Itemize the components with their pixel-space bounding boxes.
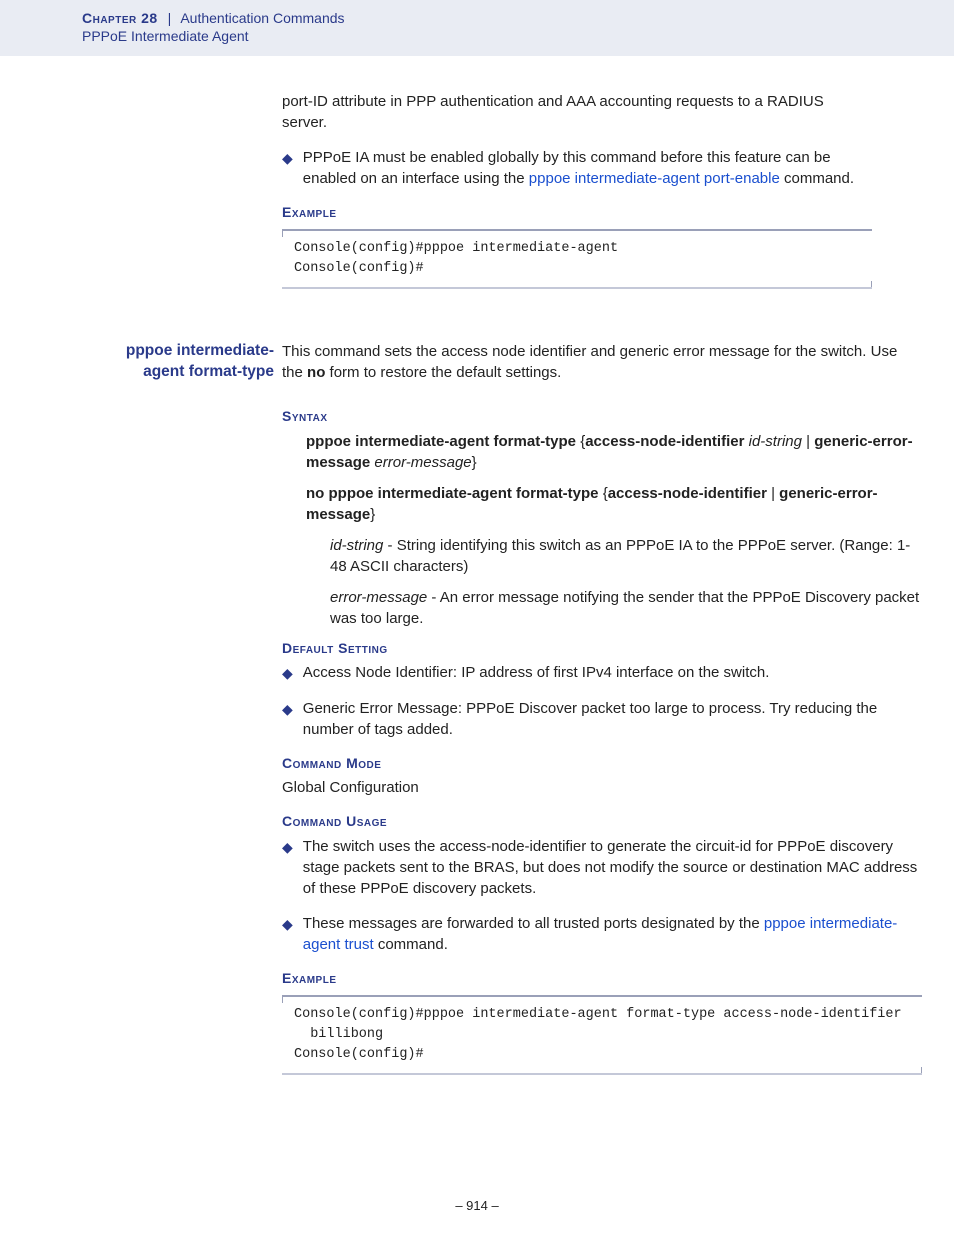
def1-term: id-string bbox=[330, 537, 383, 554]
usage-bullet-1: ◆ The switch uses the access-node-identi… bbox=[282, 836, 922, 899]
syntax-heading: Syntax bbox=[282, 407, 922, 427]
usage2-pre: These messages are forwarded to all trus… bbox=[303, 915, 764, 932]
syn2-brace-close: } bbox=[370, 506, 375, 523]
default-setting-heading: Default Setting bbox=[282, 639, 922, 659]
header-separator: | bbox=[162, 10, 178, 26]
command-row: pppoe intermediate- agent format-type Th… bbox=[82, 341, 872, 1093]
content-area: port-ID attribute in PPP authentication … bbox=[0, 57, 954, 1093]
syn2-sep: | bbox=[767, 485, 779, 502]
code-example-2: Console(config)#pppoe intermediate-agent… bbox=[282, 995, 922, 1076]
diamond-bullet-icon: ◆ bbox=[282, 913, 303, 955]
syntax-line-2: no pppoe intermediate-agent format-type … bbox=[306, 483, 922, 525]
usage-bullet-2: ◆ These messages are forwarded to all tr… bbox=[282, 913, 922, 955]
page: Chapter 28 | Authentication Commands PPP… bbox=[0, 0, 954, 1235]
page-header: Chapter 28 | Authentication Commands PPP… bbox=[0, 0, 954, 57]
code-example-1: Console(config)#pppoe intermediate-agent… bbox=[282, 229, 872, 290]
syn1-sep: | bbox=[802, 433, 814, 450]
desc-bold: no bbox=[307, 364, 325, 381]
header-title: Authentication Commands bbox=[180, 10, 344, 26]
diamond-bullet-icon: ◆ bbox=[282, 698, 303, 740]
command-name-line2: agent format-type bbox=[82, 362, 274, 383]
command-mode-text: Global Configuration bbox=[282, 777, 922, 798]
syn1-opt1: access-node-identifier bbox=[585, 433, 744, 450]
command-main: This command sets the access node identi… bbox=[282, 341, 922, 1093]
diamond-bullet-icon: ◆ bbox=[282, 147, 303, 189]
desc-post: form to restore the default settings. bbox=[325, 364, 561, 381]
default-bullet-1: ◆ Access Node Identifier: IP address of … bbox=[282, 662, 922, 684]
usage2-post: command. bbox=[374, 936, 448, 953]
syn2-opt1: access-node-identifier bbox=[608, 485, 767, 502]
default-text-1: Access Node Identifier: IP address of fi… bbox=[303, 662, 770, 684]
def1-text: - String identifying this switch as an P… bbox=[330, 537, 910, 575]
syn2-cmd: no pppoe intermediate-agent format-type bbox=[306, 485, 599, 502]
link-pppoe-port-enable[interactable]: pppoe intermediate-agent port-enable bbox=[529, 170, 780, 187]
intro-main: port-ID attribute in PPP authentication … bbox=[282, 91, 872, 307]
syntax-def-2: error-message - An error message notifyi… bbox=[306, 587, 922, 629]
example2-heading: Example bbox=[282, 969, 922, 989]
diamond-bullet-icon: ◆ bbox=[282, 836, 303, 899]
header-subtitle: PPPoE Intermediate Agent bbox=[82, 28, 954, 44]
syntax-line-1: pppoe intermediate-agent format-type {ac… bbox=[306, 431, 922, 473]
default-text-2: Generic Error Message: PPPoE Discover pa… bbox=[303, 698, 922, 740]
example-heading: Example bbox=[282, 203, 872, 223]
default-bullet-2: ◆ Generic Error Message: PPPoE Discover … bbox=[282, 698, 922, 740]
usage-text-1: The switch uses the access-node-identifi… bbox=[303, 836, 922, 899]
usage-text-2: These messages are forwarded to all trus… bbox=[303, 913, 922, 955]
diamond-bullet-icon: ◆ bbox=[282, 662, 303, 684]
syntax-block: pppoe intermediate-agent format-type {ac… bbox=[282, 431, 922, 629]
syn2-brace-open: { bbox=[599, 485, 608, 502]
command-usage-heading: Command Usage bbox=[282, 812, 922, 832]
command-description: This command sets the access node identi… bbox=[282, 341, 922, 383]
command-name-line1: pppoe intermediate- bbox=[82, 341, 274, 362]
chapter-label: Chapter 28 bbox=[82, 10, 158, 26]
syn1-brace-close: } bbox=[472, 454, 477, 471]
bullet-text-post: command. bbox=[780, 170, 854, 187]
page-footer: – 914 – bbox=[0, 1198, 954, 1213]
syntax-def-1: id-string - String identifying this swit… bbox=[306, 535, 922, 577]
header-line-1: Chapter 28 | Authentication Commands bbox=[82, 10, 954, 26]
syn1-cmd: pppoe intermediate-agent format-type bbox=[306, 433, 576, 450]
intro-paragraph: port-ID attribute in PPP authentication … bbox=[282, 91, 872, 133]
syn1-arg2: error-message bbox=[374, 454, 471, 471]
command-gutter: pppoe intermediate- agent format-type bbox=[82, 341, 282, 383]
syn1-brace-open: { bbox=[576, 433, 585, 450]
spacer bbox=[82, 307, 872, 341]
command-mode-heading: Command Mode bbox=[282, 754, 922, 774]
def2-term: error-message bbox=[330, 589, 427, 606]
bullet-text: PPPoE IA must be enabled globally by thi… bbox=[303, 147, 872, 189]
intro-row: port-ID attribute in PPP authentication … bbox=[82, 91, 872, 307]
intro-bullet: ◆ PPPoE IA must be enabled globally by t… bbox=[282, 147, 872, 189]
syn1-arg1: id-string bbox=[749, 433, 802, 450]
